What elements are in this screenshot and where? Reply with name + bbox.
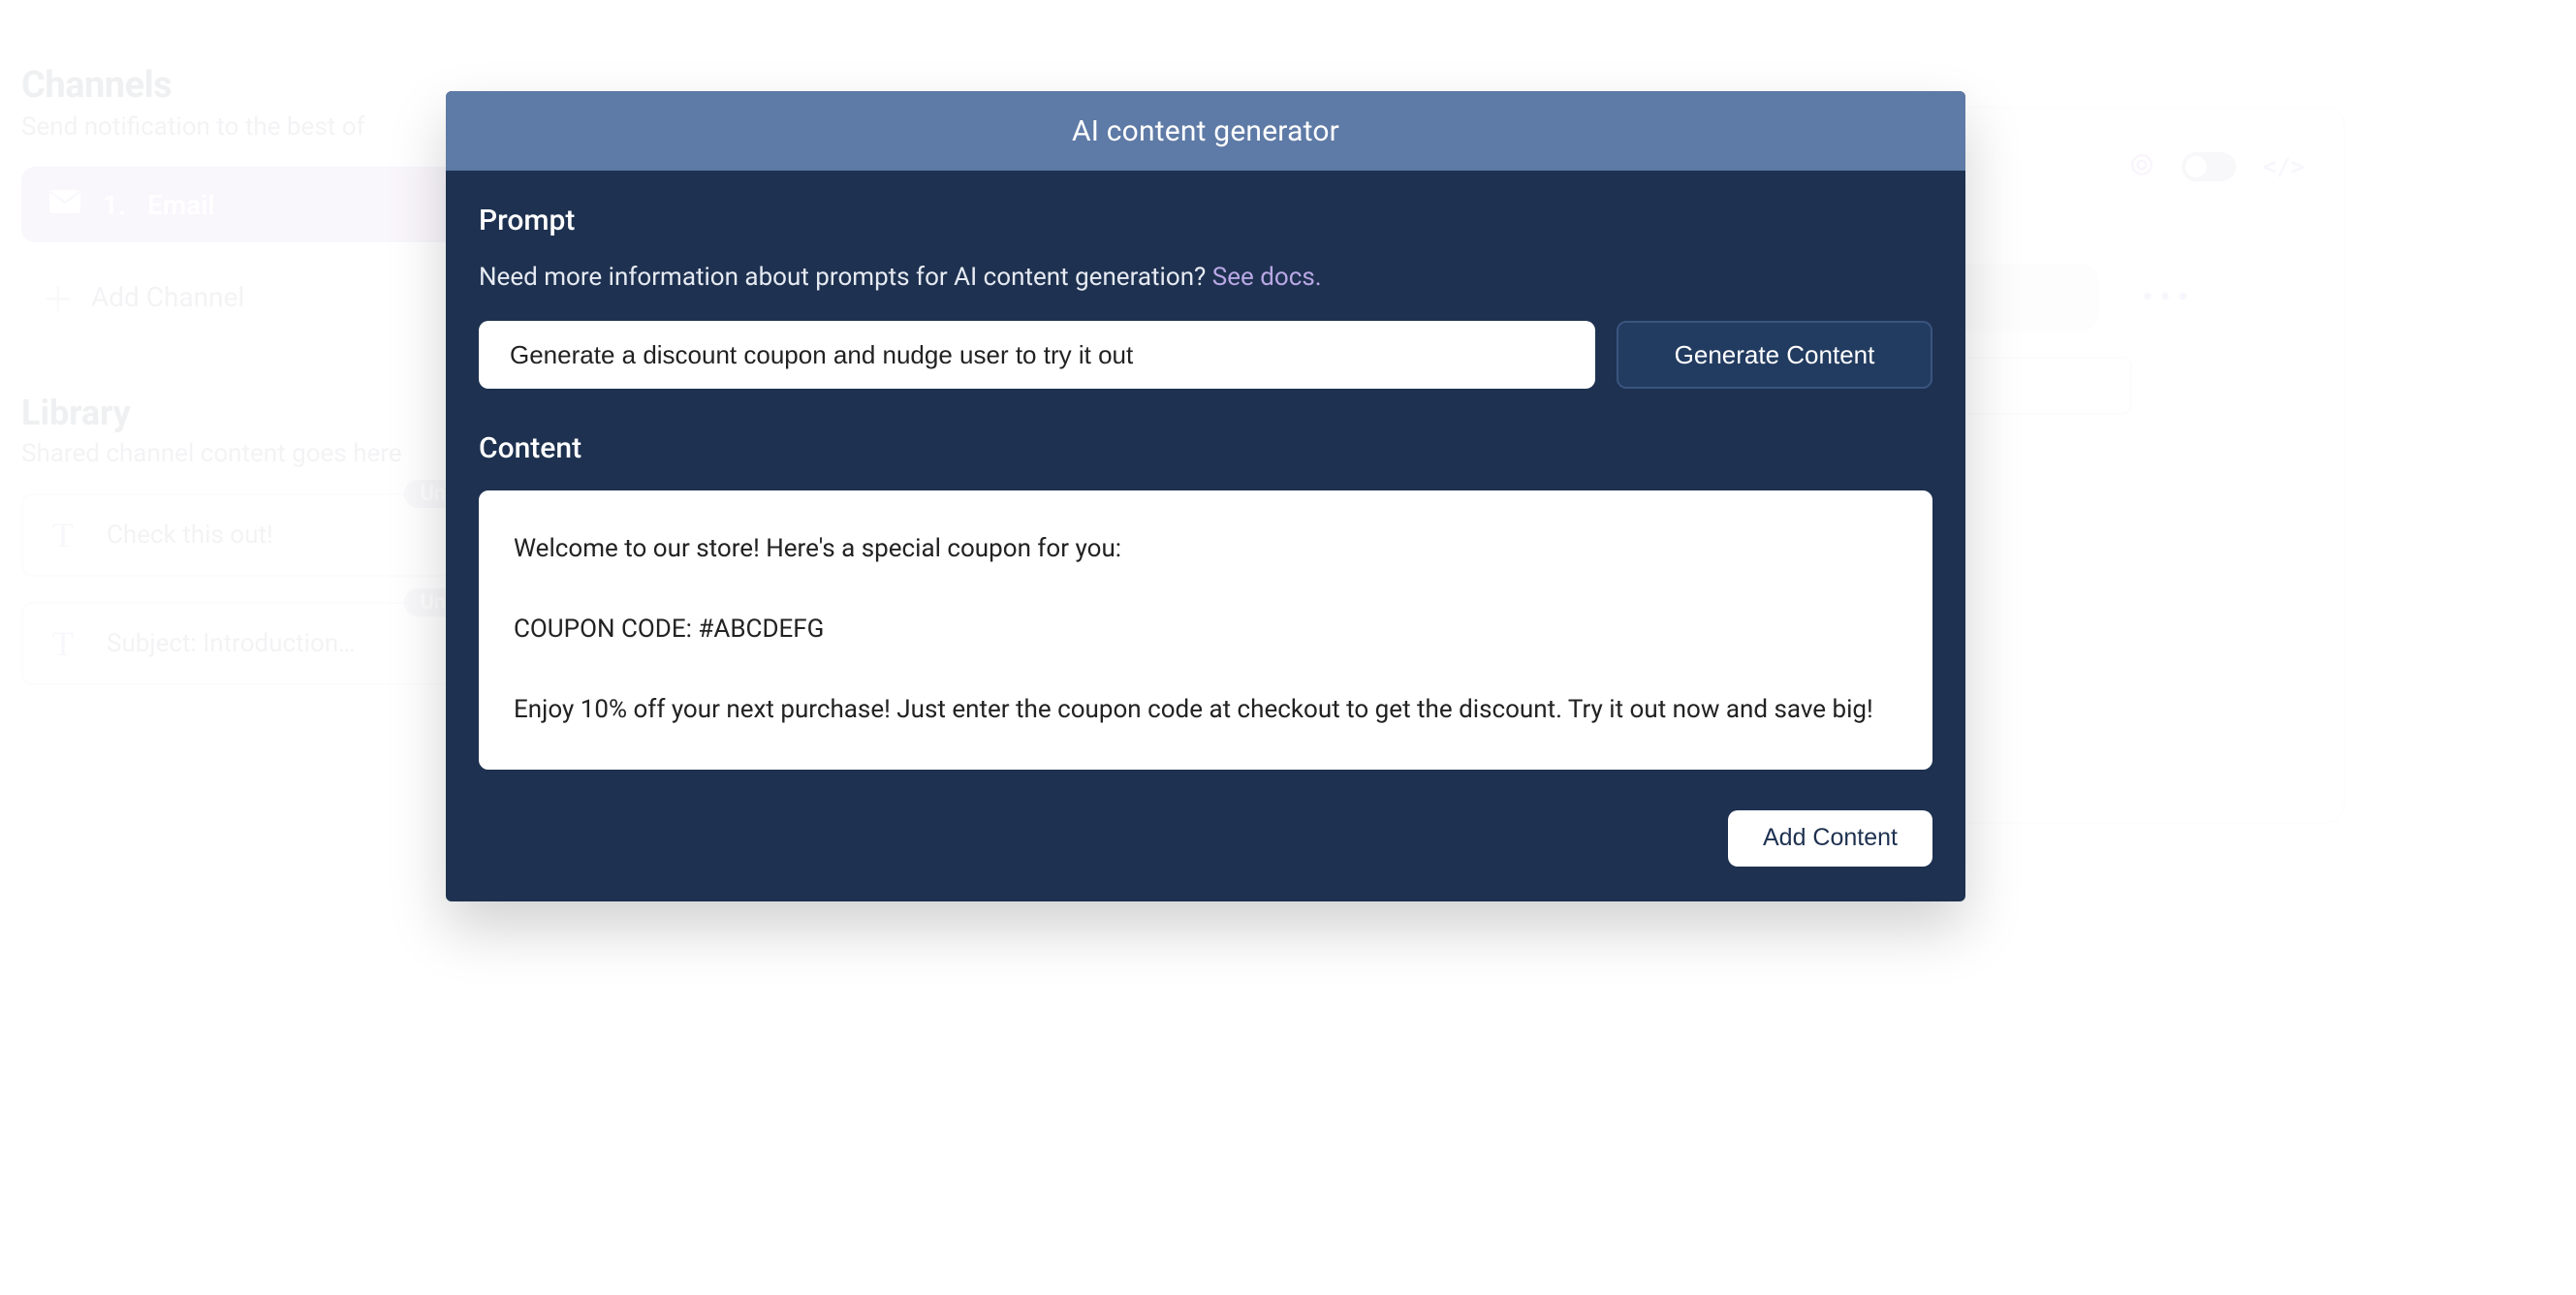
generate-content-button[interactable]: Generate Content xyxy=(1617,321,1932,389)
see-docs-link[interactable]: See docs. xyxy=(1212,263,1322,292)
generated-content-textarea[interactable]: Welcome to our store! Here's a special c… xyxy=(479,490,1932,770)
prompt-row: Generate Content xyxy=(479,321,1932,389)
modal-footer: Add Content xyxy=(479,810,1932,867)
content-label: Content xyxy=(479,431,1932,465)
ai-content-generator-modal: AI content generator Prompt Need more in… xyxy=(446,91,1965,901)
prompt-help-text: Need more information about prompts for … xyxy=(479,263,1932,292)
prompt-label: Prompt xyxy=(479,204,1932,237)
modal-title: AI content generator xyxy=(446,91,1965,171)
prompt-input[interactable] xyxy=(479,321,1595,389)
modal-body: Prompt Need more information about promp… xyxy=(446,171,1965,901)
add-content-button[interactable]: Add Content xyxy=(1728,810,1932,867)
help-text: Need more information about prompts for … xyxy=(479,263,1212,292)
